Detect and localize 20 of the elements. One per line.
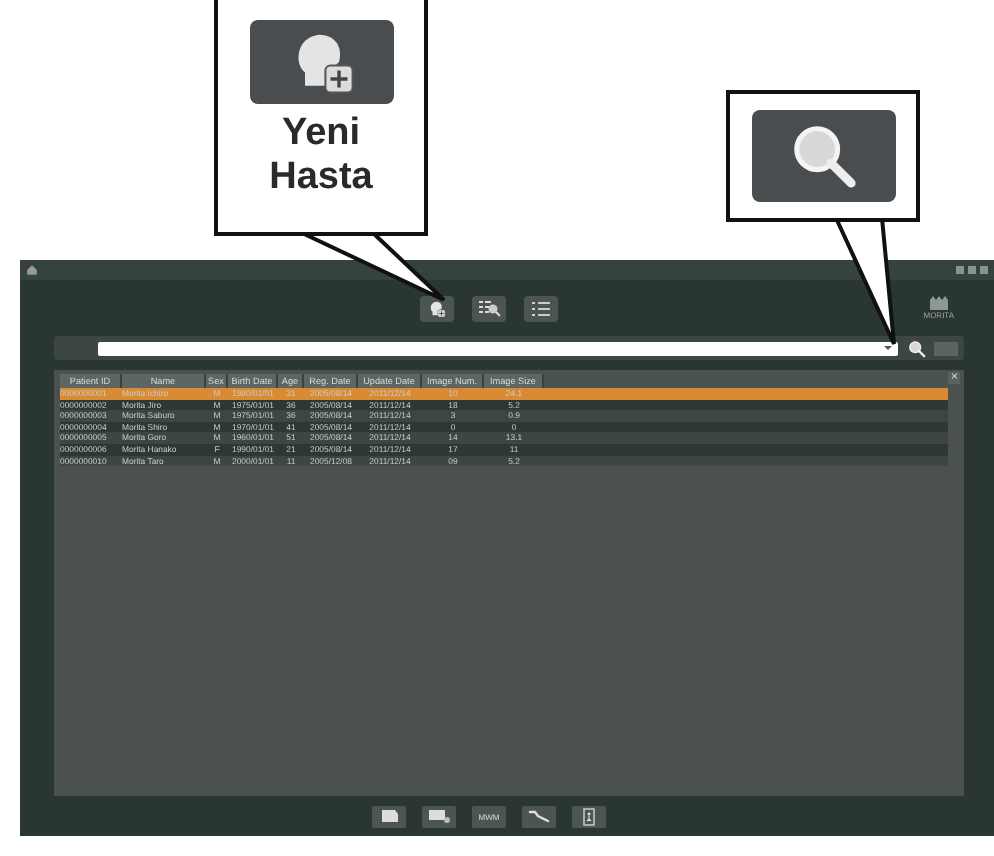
toolbar-button[interactable] [472,295,506,321]
toolbar-button[interactable] [524,295,558,321]
search-icon [907,339,925,357]
search-button[interactable] [906,340,926,356]
callout-label: Yeni Hasta [267,112,375,200]
logo-icon [929,296,948,310]
card-icon [427,808,451,824]
head-plus-icon [428,299,446,317]
toolbar-button[interactable] [372,805,406,827]
list-icon [529,299,553,317]
toolbar-button[interactable] [422,805,456,827]
exit-icon [582,807,596,825]
list-search-icon [477,299,501,317]
document-icon [379,808,399,824]
toolbar-button[interactable] [420,295,454,321]
toolbar-button[interactable] [522,805,556,827]
home-icon [26,264,38,276]
toolbar-button[interactable] [572,805,606,827]
search-field[interactable] [98,341,898,355]
search-icon [789,122,857,190]
